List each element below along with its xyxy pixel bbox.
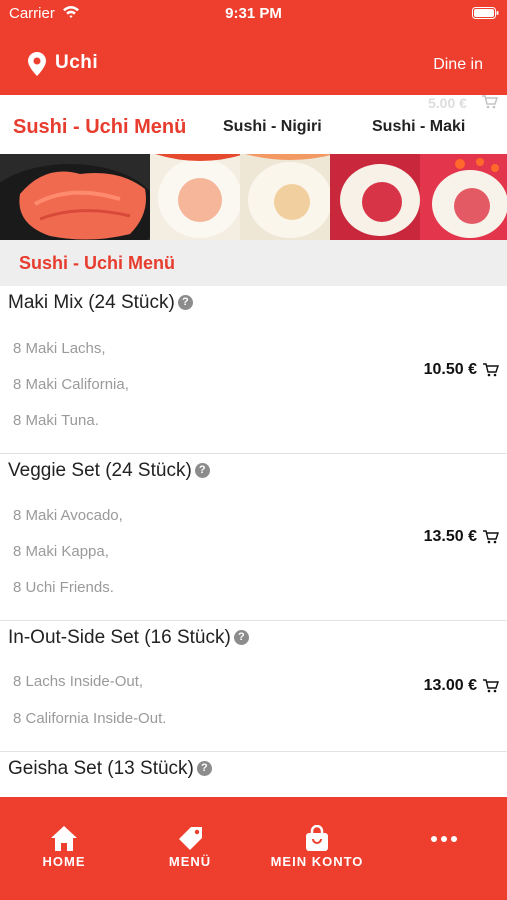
sushi-photo <box>0 154 507 240</box>
menu-item-price: 10.50 € <box>423 361 477 378</box>
nav-menu[interactable]: MENÜ <box>164 825 216 869</box>
menu-item-price: 13.00 € <box>423 677 477 694</box>
app-header: Carrier 9:31 PM Uchi Dine in <box>0 0 507 95</box>
status-time: 9:31 PM <box>225 5 282 22</box>
location-pin-icon[interactable] <box>28 52 46 76</box>
tab-nigiri[interactable]: Sushi - Nigiri <box>223 118 322 136</box>
add-to-cart-button[interactable]: 10.50 € <box>424 361 499 379</box>
nav-more[interactable] <box>421 835 467 843</box>
menu-item-desc: 8 Maki Kappa, <box>13 543 109 560</box>
menu-item-title: Geisha Set (13 Stück)? <box>8 758 212 780</box>
bottom-navigation: HOME MENÜ MEIN KONTO <box>0 797 507 900</box>
menu-item-desc: 8 Uchi Friends. <box>13 579 114 596</box>
shopping-bag-icon <box>306 825 328 851</box>
home-icon <box>51 826 77 851</box>
add-to-cart-button[interactable]: 13.50 € <box>424 528 499 546</box>
add-to-cart-button[interactable]: 13.00 € <box>424 677 499 695</box>
cart-total-ghost: 5.00 € <box>428 95 467 111</box>
menu-item[interactable]: In-Out-Side Set (16 Stück)? 8 Lachs Insi… <box>0 621 507 752</box>
dine-in-toggle[interactable]: Dine in <box>433 56 483 74</box>
menu-item-desc: 8 Maki Tuna. <box>13 412 99 429</box>
cart-icon <box>482 95 498 109</box>
menu-item[interactable]: Maki Mix (24 Stück)? 8 Maki Lachs, 8 Mak… <box>0 286 507 454</box>
menu-item-title: In-Out-Side Set (16 Stück)? <box>8 627 249 649</box>
menu-item-desc: 8 Lachs Inside-Out, <box>13 673 144 690</box>
category-tabs: 5.00 € Sushi - Uchi Menü Sushi - Nigiri … <box>0 95 507 155</box>
more-dots-icon <box>431 836 457 842</box>
menu-item-title: Maki Mix (24 Stück)? <box>8 292 193 314</box>
menu-item-desc: 8 Maki California, <box>13 376 129 393</box>
info-icon[interactable]: ? <box>196 761 212 776</box>
tab-maki[interactable]: Sushi - Maki <box>372 118 465 136</box>
info-icon[interactable]: ? <box>233 630 249 645</box>
nav-home[interactable]: HOME <box>38 825 90 869</box>
info-icon[interactable]: ? <box>177 295 193 310</box>
menu-item-price: 13.50 € <box>423 528 477 545</box>
menu-item-title: Veggie Set (24 Stück)? <box>8 460 210 482</box>
cart-icon <box>483 530 499 544</box>
section-header: Sushi - Uchi Menü <box>0 240 507 286</box>
category-banner-image <box>0 154 507 240</box>
cart-icon <box>483 679 499 693</box>
menu-item[interactable]: Geisha Set (13 Stück)? <box>0 752 507 797</box>
menu-item-desc: 8 Maki Avocado, <box>13 507 123 524</box>
tab-uchi-menu[interactable]: Sushi - Uchi Menü <box>13 116 186 139</box>
nav-menu-label: MENÜ <box>168 854 212 869</box>
nav-home-label: HOME <box>42 854 86 869</box>
menu-item-desc: 8 California Inside-Out. <box>13 710 167 727</box>
menu-item[interactable]: Veggie Set (24 Stück)? 8 Maki Avocado, 8… <box>0 454 507 621</box>
menu-item-desc: 8 Maki Lachs, <box>13 340 106 357</box>
battery-icon <box>472 7 499 19</box>
info-icon[interactable]: ? <box>194 463 210 478</box>
nav-account[interactable]: MEIN KONTO <box>268 825 366 869</box>
section-title: Sushi - Uchi Menü <box>19 253 176 273</box>
nav-account-label: MEIN KONTO <box>270 854 364 869</box>
tag-icon <box>179 827 202 850</box>
cart-icon <box>483 363 499 377</box>
restaurant-name[interactable]: Uchi <box>55 52 98 74</box>
